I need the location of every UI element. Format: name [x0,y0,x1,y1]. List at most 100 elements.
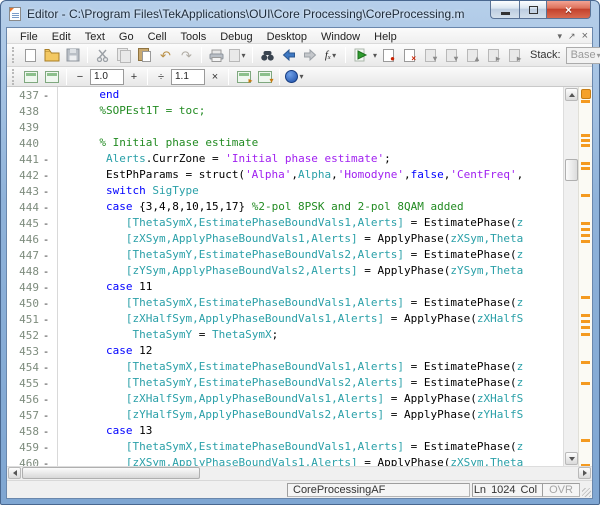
menu-item-file[interactable]: File [13,31,45,43]
breakpoint-margin[interactable]: - [39,153,53,166]
print-button[interactable] [207,46,226,65]
function-browser-button[interactable]: fₓ▾ [321,46,340,65]
current-function-indicator[interactable]: CoreProcessingAF [287,483,470,497]
scroll-right-button[interactable] [578,467,591,479]
menu-item-cell[interactable]: Cell [141,31,174,43]
code-analyzer-indicator[interactable] [581,89,591,99]
maximize-button[interactable] [519,1,546,19]
code-area[interactable]: 437- end438 %SOPEst1T = toc;439440 % Ini… [7,87,559,466]
decrement-value-button[interactable]: − [72,69,88,85]
warning-marker[interactable] [581,382,590,385]
stack-combobox[interactable]: Base ▾ [566,47,600,64]
warning-marker[interactable] [581,320,590,323]
warning-marker[interactable] [581,296,590,299]
code-line[interactable]: 458- case 13 [7,423,559,439]
warning-marker[interactable] [581,167,590,170]
evaluate-cell-button[interactable]: ▸ [234,67,253,86]
multiply-value-button[interactable]: × [207,69,223,85]
menu-item-desktop[interactable]: Desktop [260,31,314,43]
warning-marker[interactable] [581,333,590,336]
menu-item-text[interactable]: Text [78,31,112,43]
resize-grip-icon[interactable] [582,488,591,497]
continue-button[interactable]: ▸ [484,46,503,65]
breakpoint-margin[interactable]: - [39,297,53,310]
save-button[interactable] [63,46,82,65]
warning-marker[interactable] [581,439,590,442]
evaluate-cell-advance-button[interactable]: ▾ [255,67,274,86]
menu-item-go[interactable]: Go [112,31,141,43]
code-line[interactable]: 456- [zXHalfSym,ApplyPhaseBoundVals1,Ale… [7,391,559,407]
code-line[interactable]: 448- [zYSym,ApplyPhaseBoundVals2,Alerts]… [7,263,559,279]
copy-button[interactable] [114,46,133,65]
code-line[interactable]: 449- case 11 [7,279,559,295]
insert-titled-cell-button[interactable] [42,67,61,86]
code-line[interactable]: 455- [ThetaSymY,EstimatePhaseBoundVals2,… [7,375,559,391]
breakpoint-margin[interactable]: - [39,89,53,102]
open-file-button[interactable] [42,46,61,65]
minimize-button[interactable] [490,1,519,19]
code-line[interactable]: 442- EstPhParams = struct('Alpha',Alpha,… [7,167,559,183]
breakpoint-margin[interactable]: - [39,377,53,390]
cut-button[interactable] [93,46,112,65]
paste-button[interactable] [135,46,154,65]
info-button[interactable]: ▾ [285,67,304,86]
exit-debug-button[interactable]: ▸ [505,46,524,65]
code-line[interactable]: 446- [zXSym,ApplyPhaseBoundVals1,Alerts]… [7,231,559,247]
find-button[interactable] [258,46,277,65]
clear-breakpoints-button[interactable]: × [400,46,419,65]
code-line[interactable]: 444- case {3,4,8,10,15,17} %2-pol 8PSK a… [7,199,559,215]
breakpoint-margin[interactable]: - [39,217,53,230]
menu-item-edit[interactable]: Edit [45,31,78,43]
code-line[interactable]: 451- [zXHalfSym,ApplyPhaseBoundVals1,Ale… [7,311,559,327]
breakpoint-margin[interactable]: - [39,265,53,278]
run-dropdown-icon[interactable]: ▾ [373,51,377,60]
menu-item-tools[interactable]: Tools [174,31,214,43]
warning-marker[interactable] [581,162,590,165]
code-line[interactable]: 453- case 12 [7,343,559,359]
divide-value-button[interactable]: ÷ [153,69,169,85]
horizontal-scrollbar[interactable] [7,466,592,480]
step-out-button[interactable]: ▴ [463,46,482,65]
breakpoint-margin[interactable]: - [39,393,53,406]
go-back-button[interactable] [279,46,298,65]
breakpoint-margin[interactable]: - [39,329,53,342]
code-line[interactable]: 457- [zYHalfSym,ApplyPhaseBoundVals2,Ale… [7,407,559,423]
undock-icon[interactable]: ↗ [568,31,576,42]
scroll-down-button[interactable] [565,452,578,465]
breakpoint-margin[interactable]: - [39,409,53,422]
breakpoint-margin[interactable]: - [39,425,53,438]
increment-value-button[interactable]: + [126,69,142,85]
warning-marker[interactable] [581,228,590,231]
vertical-scrollbar[interactable] [563,87,578,466]
code-line[interactable]: 437- end [7,87,559,103]
undo-button[interactable]: ↶ [156,46,175,65]
toolbar-grip[interactable] [12,47,16,63]
scroll-left-button[interactable] [8,467,21,479]
code-line[interactable]: 459- [ThetaSymX,EstimatePhaseBoundVals1,… [7,439,559,455]
breakpoint-margin[interactable]: - [39,233,53,246]
code-line[interactable]: 441- Alerts.CurrZone = 'Initial phase es… [7,151,559,167]
menu-item-debug[interactable]: Debug [213,31,259,43]
code-analyzer-marker-bar[interactable] [578,87,592,466]
warning-marker[interactable] [581,234,590,237]
title-bar[interactable]: Editor - C:\Program Files\TekApplication… [1,1,599,27]
code-line[interactable]: 450- [ThetaSymX,EstimatePhaseBoundVals1,… [7,295,559,311]
menu-item-window[interactable]: Window [314,31,367,43]
breakpoint-margin[interactable]: - [39,169,53,182]
publish-button[interactable]: ▾ [228,46,247,65]
warning-marker[interactable] [581,361,590,364]
breakpoint-margin[interactable]: - [39,201,53,214]
decrement-step-input[interactable] [90,69,124,85]
redo-button[interactable]: ↷ [177,46,196,65]
warning-marker[interactable] [581,100,590,103]
overwrite-mode-indicator[interactable]: OVR [542,483,580,497]
code-line[interactable]: 443- switch SigType [7,183,559,199]
breakpoint-margin[interactable]: - [39,441,53,454]
menu-overflow-icon[interactable]: ▾ [557,31,562,42]
warning-marker[interactable] [581,194,590,197]
code-line[interactable]: 438 %SOPEst1T = toc; [7,103,559,119]
close-document-icon[interactable]: × [582,30,588,42]
multiply-step-input[interactable] [171,69,205,85]
close-button[interactable]: × [546,1,591,19]
code-line[interactable]: 454- [ThetaSymX,EstimatePhaseBoundVals1,… [7,359,559,375]
